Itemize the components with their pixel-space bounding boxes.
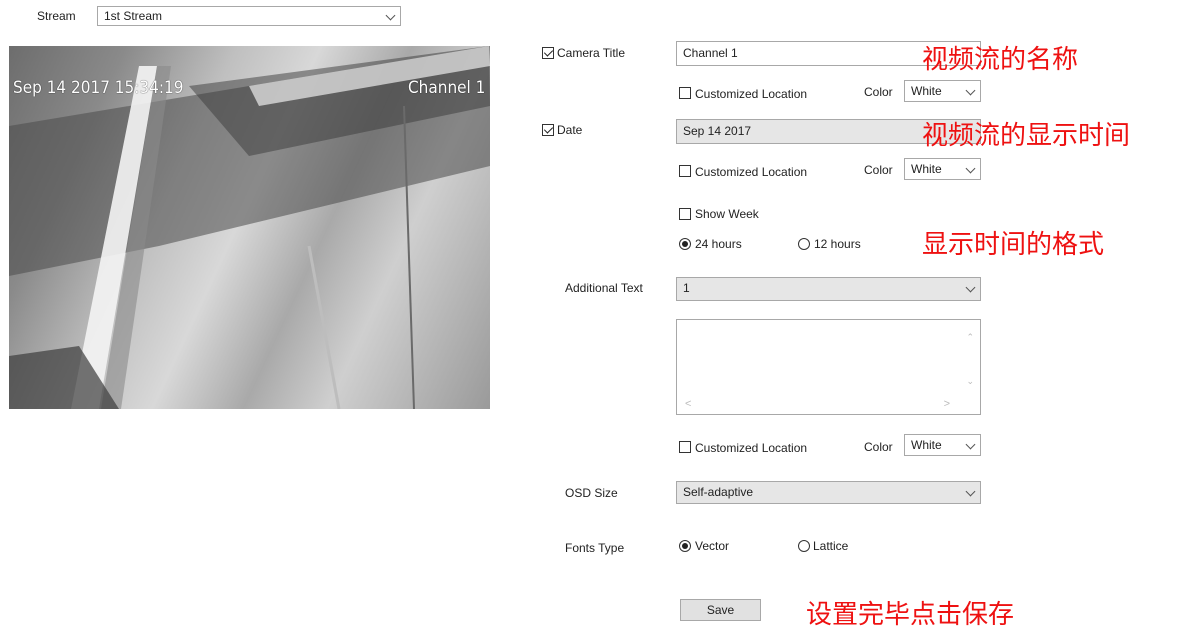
vector-radio[interactable] [679, 540, 691, 552]
additional-text-color-label: Color [864, 440, 893, 454]
additional-text-customized-location-label: Customized Location [695, 441, 808, 455]
chevron-down-icon [965, 85, 976, 96]
date-color-value: White [911, 162, 942, 176]
stream-label: Stream [37, 9, 76, 23]
additional-text-label: Additional Text [565, 281, 643, 295]
additional-text-color-select[interactable]: White [904, 434, 981, 456]
date-value: Sep 14 2017 [683, 124, 752, 138]
annotation-date-note: 视频流的显示时间 [922, 121, 1131, 151]
additional-text-color-value: White [911, 438, 942, 452]
radio-selected-icon [682, 543, 688, 549]
stream-select-value: 1st Stream [104, 9, 163, 23]
camera-title-value: Channel 1 [683, 46, 738, 60]
check-icon [543, 47, 554, 57]
date-color-label: Color [864, 163, 893, 177]
hours24-radio[interactable] [679, 238, 691, 250]
hours12-radio[interactable] [798, 238, 810, 250]
date-customized-location-label: Customized Location [695, 165, 808, 179]
camera-title-color-label: Color [864, 85, 893, 99]
osd-size-label: OSD Size [565, 486, 618, 500]
scroll-right-icon[interactable]: > [944, 398, 950, 410]
scroll-left-icon[interactable]: < [685, 398, 691, 410]
annotation-save-note: 设置完毕点击保存 [806, 600, 1015, 630]
additional-text-customized-location-checkbox[interactable] [679, 441, 691, 453]
chevron-down-icon [965, 439, 976, 450]
date-label: Date [557, 123, 583, 137]
check-icon [543, 124, 554, 134]
hours12-label: 12 hours [814, 237, 861, 251]
date-color-select[interactable]: White [904, 158, 981, 180]
osd-size-select[interactable]: Self-adaptive [676, 481, 981, 504]
additional-text-value: 1 [683, 281, 690, 295]
video-preview[interactable]: Sep 14 2017 15:34:19 Channel 1 [9, 46, 490, 409]
show-week-checkbox[interactable] [679, 208, 691, 220]
additional-text-textarea[interactable]: ⌃ ⌄ < > [676, 319, 981, 415]
lattice-label: Lattice [813, 539, 849, 553]
vector-label: Vector [695, 539, 730, 553]
scroll-up-icon[interactable]: ⌃ [966, 332, 974, 343]
annotation-format-note: 显示时间的格式 [922, 230, 1105, 260]
additional-text-select[interactable]: 1 [676, 277, 981, 301]
lattice-radio[interactable] [798, 540, 810, 552]
camera-title-customized-location-checkbox[interactable] [679, 87, 691, 99]
hours24-label: 24 hours [695, 237, 742, 251]
camera-title-color-value: White [911, 84, 942, 98]
date-customized-location-checkbox[interactable] [679, 165, 691, 177]
chevron-down-icon [385, 10, 396, 21]
scroll-down-icon[interactable]: ⌄ [966, 376, 974, 387]
annotation-title-note: 视频流的名称 [922, 45, 1079, 75]
radio-selected-icon [682, 241, 688, 247]
video-title-overlay: Channel 1 [408, 78, 486, 98]
show-week-label: Show Week [695, 207, 759, 221]
video-date-overlay: Sep 14 2017 15:34:19 [13, 78, 184, 98]
date-checkbox[interactable] [542, 124, 554, 136]
save-button[interactable]: Save [680, 599, 761, 621]
chevron-down-icon [965, 486, 976, 497]
fonts-type-label: Fonts Type [565, 541, 625, 555]
camera-title-checkbox[interactable] [542, 47, 554, 59]
stream-select[interactable]: 1st Stream [97, 6, 401, 26]
chevron-down-icon [965, 282, 976, 293]
osd-size-value: Self-adaptive [683, 485, 754, 499]
camera-title-color-select[interactable]: White [904, 80, 981, 102]
camera-title-customized-location-label: Customized Location [695, 87, 808, 101]
camera-title-label: Camera Title [557, 46, 626, 60]
video-scene [9, 46, 490, 409]
chevron-down-icon [965, 163, 976, 174]
